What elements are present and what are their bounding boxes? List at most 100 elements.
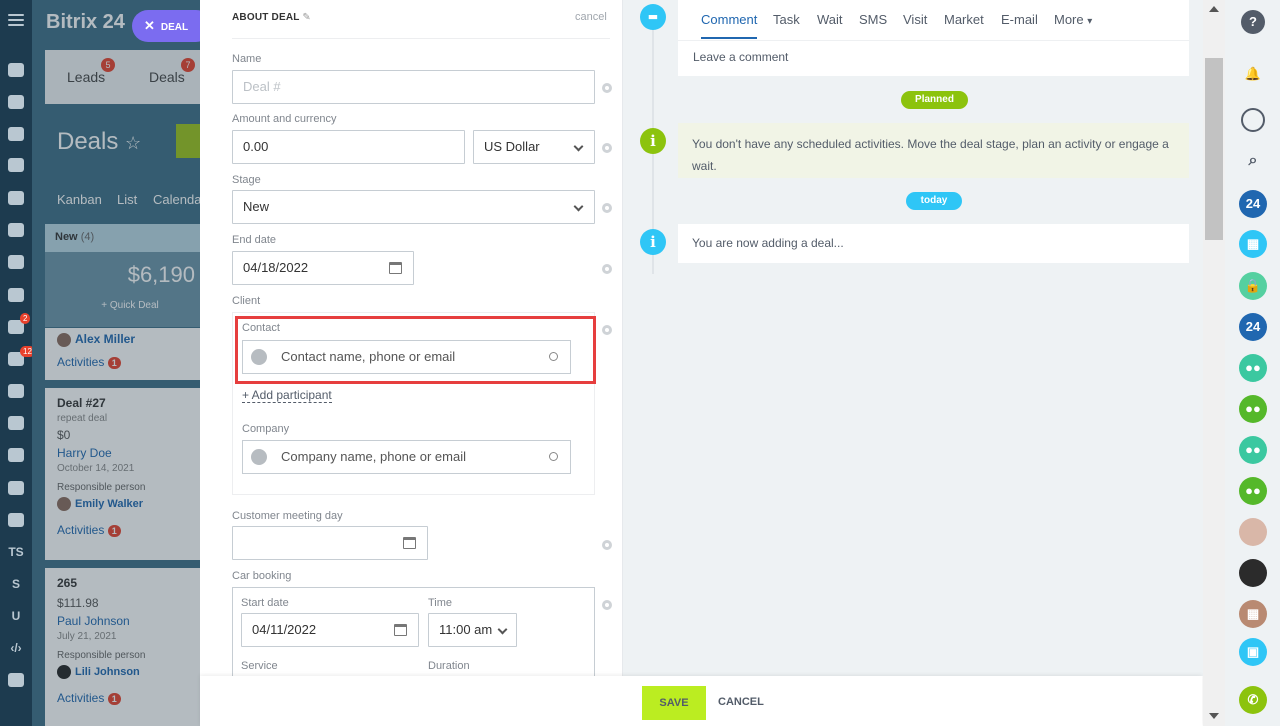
amount-input[interactable]: 0.00 — [232, 130, 465, 164]
comment-icon: ▬ — [640, 4, 666, 30]
today-pill: today — [906, 192, 962, 210]
inventory-icon[interactable] — [8, 513, 24, 527]
nav-s[interactable]: S — [0, 577, 32, 591]
service-label: Service — [241, 660, 278, 672]
chevron-down-icon: ▾ — [1087, 16, 1093, 27]
gear-icon[interactable] — [602, 540, 612, 550]
contact-label: Contact — [242, 322, 280, 334]
time-value: 11:00 am — [439, 622, 493, 637]
end-date-value: 04/18/2022 — [243, 260, 309, 275]
currency-value: US Dollar — [484, 139, 540, 154]
tab-comment[interactable]: Comment — [701, 12, 758, 39]
meeting-date-input[interactable] — [232, 526, 428, 560]
scroll-down-icon[interactable] — [1209, 713, 1219, 719]
gear-icon[interactable] — [602, 203, 612, 213]
b24-icon[interactable]: 24 — [1239, 313, 1267, 341]
close-icon[interactable]: ✕ — [144, 18, 155, 33]
chat-icon[interactable] — [8, 127, 24, 141]
chevron-down-icon — [497, 624, 508, 635]
calendar-icon[interactable] — [403, 537, 416, 549]
group-icon[interactable]: ●● — [1239, 354, 1267, 382]
group-icon[interactable]: ●● — [1239, 395, 1267, 423]
search-icon[interactable] — [549, 452, 558, 461]
group-icon[interactable]: ●● — [1239, 477, 1267, 505]
scroll-up-icon[interactable] — [1209, 6, 1219, 12]
end-date-input[interactable]: 04/18/2022 — [232, 251, 414, 285]
groups-icon[interactable] — [8, 255, 24, 269]
help-icon[interactable]: ? — [1241, 10, 1265, 34]
tab-more[interactable]: More ▾ — [1054, 12, 1092, 27]
activity-stream-icon[interactable] — [8, 63, 24, 77]
gear-icon[interactable] — [602, 264, 612, 274]
company-search-input[interactable]: Company name, phone or email — [242, 440, 571, 474]
stage-select[interactable]: New — [232, 190, 595, 224]
phone-device-icon[interactable]: ▣ — [1239, 638, 1267, 666]
documents-icon[interactable] — [8, 191, 24, 205]
deal-form: ABOUT DEAL ✎ cancel Name Deal # Amount a… — [200, 0, 623, 726]
end-date-label: End date — [232, 234, 277, 246]
start-date-value: 04/11/2022 — [252, 622, 317, 637]
avatar[interactable] — [1239, 518, 1267, 546]
bell-icon[interactable]: 🔔 — [1239, 60, 1267, 88]
drive-icon[interactable] — [8, 223, 24, 237]
mail-icon[interactable] — [8, 288, 24, 302]
comment-input[interactable]: Leave a comment — [678, 40, 1189, 76]
group-icon[interactable]: ●● — [1239, 436, 1267, 464]
client-label: Client — [232, 295, 261, 307]
meeting-label: Customer meeting day — [232, 510, 343, 522]
b24-icon[interactable]: 24 — [1239, 190, 1267, 218]
nav-ts[interactable]: TS — [0, 545, 32, 559]
chat-search-icon[interactable] — [1241, 108, 1265, 132]
gear-icon[interactable] — [602, 83, 612, 93]
tab-visit[interactable]: Visit — [903, 12, 927, 27]
menu-icon[interactable] — [8, 14, 24, 16]
currency-select[interactable]: US Dollar — [473, 130, 595, 164]
lock-icon[interactable]: 🔒 — [1239, 272, 1267, 300]
nav-dev[interactable]: ‹/› — [0, 641, 32, 655]
start-date-label: Start date — [241, 597, 289, 609]
start-date-input[interactable]: 04/11/2022 — [241, 613, 419, 647]
save-button[interactable]: SAVE — [642, 686, 706, 720]
calendar-icon[interactable] — [394, 624, 407, 636]
tab-market[interactable]: Market — [944, 12, 984, 27]
left-nav: 2 12 TS S U ‹/› — [0, 0, 35, 726]
search-icon[interactable] — [549, 352, 558, 361]
box-icon[interactable] — [8, 481, 24, 495]
time-select[interactable]: 11:00 am — [428, 613, 517, 647]
tab-wait[interactable]: Wait — [817, 12, 843, 27]
gear-icon[interactable] — [602, 143, 612, 153]
contact-center-icon[interactable] — [8, 448, 24, 462]
gear-icon[interactable] — [602, 325, 612, 335]
robot-icon[interactable] — [8, 673, 24, 687]
shop-icon[interactable] — [8, 416, 24, 430]
tab-sms[interactable]: SMS — [859, 12, 887, 27]
tab-email[interactable]: E-mail — [1001, 12, 1038, 27]
calendar-icon[interactable]: ▦ — [1239, 230, 1267, 258]
phone-icon[interactable]: ✆ — [1239, 686, 1267, 714]
tab-task[interactable]: Task — [773, 12, 800, 27]
marketing-icon[interactable] — [8, 384, 24, 398]
cancel-button[interactable]: CANCEL — [718, 696, 764, 708]
avatar[interactable] — [1239, 559, 1267, 587]
add-participant-link[interactable]: + Add participant — [242, 388, 332, 403]
calendar-icon[interactable] — [389, 262, 402, 274]
chevron-down-icon — [573, 141, 584, 152]
company-label: Company — [242, 423, 290, 435]
search-icon[interactable]: ⌕ — [1239, 147, 1267, 175]
calendar-avatar-icon[interactable]: ▦ — [1239, 600, 1267, 628]
nav-u[interactable]: U — [0, 609, 32, 623]
scrollbar[interactable] — [1203, 0, 1225, 726]
duration-label: Duration — [428, 660, 470, 672]
pencil-icon[interactable]: ✎ — [302, 12, 311, 23]
contact-search-input[interactable]: Contact name, phone or email — [242, 340, 571, 374]
tasks-icon[interactable] — [8, 95, 24, 109]
gear-icon[interactable] — [602, 600, 612, 610]
contact-placeholder: Contact name, phone or email — [281, 349, 456, 364]
crm-background: Bitrix 24 Leads 5 Deals 7 Deals ☆ Kanban… — [32, 0, 200, 726]
stage-value: New — [243, 199, 270, 214]
scroll-thumb[interactable] — [1205, 58, 1223, 240]
name-input[interactable]: Deal # — [232, 70, 595, 104]
calendar-icon[interactable] — [8, 158, 24, 172]
planned-info: You don't have any scheduled activities.… — [678, 123, 1189, 178]
section-cancel[interactable]: cancel — [575, 11, 607, 23]
